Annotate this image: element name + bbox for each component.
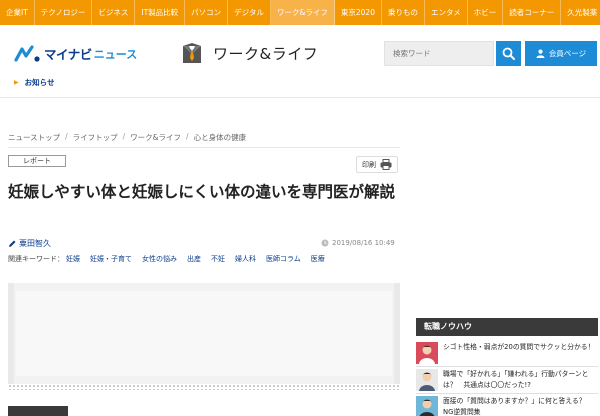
user-icon [536, 49, 545, 58]
keyword-link[interactable]: 女性の悩み [142, 254, 177, 264]
breadcrumb-work-life[interactable]: ワーク&ライフ [130, 132, 181, 143]
print-button[interactable]: 印刷 [356, 156, 398, 173]
keyword-link[interactable]: 医師コラム [266, 254, 301, 264]
clock-icon [321, 239, 329, 247]
notice-link[interactable]: ▶ お知らせ [14, 77, 54, 88]
keyword-link[interactable]: 医療 [311, 254, 325, 264]
article-tag[interactable]: レポート [8, 155, 66, 167]
notice-label: お知らせ [24, 78, 55, 87]
article-title: 妊娠しやすい体と妊娠しにくい体の違いを専門医が解説 [8, 183, 396, 201]
breadcrumb-separator: / [65, 132, 68, 141]
sidebar-article-title: シゴト性格・弱点が20の質問でサクッと分かる！ [443, 343, 595, 351]
ad-inner-area [16, 291, 392, 376]
search-button[interactable] [496, 41, 521, 66]
keyword-link[interactable]: 妊娠 [66, 254, 80, 264]
publish-date-text: 2019/08/16 10:49 [332, 239, 395, 247]
breadcrumb-life-top[interactable]: ライフトップ [73, 132, 118, 143]
section-title: ワーク&ライフ [213, 44, 319, 63]
logo-sub-text: ニュース [93, 47, 138, 61]
mynavi-logo-icon [14, 44, 40, 62]
nav-item-technology[interactable]: テクノロジー [35, 0, 93, 25]
sidebar-separator [416, 393, 598, 394]
nav-item-reader-corner[interactable]: 読者コーナー [503, 0, 562, 25]
person-thumbnail-icon [416, 369, 438, 391]
member-page-button[interactable]: 会員ページ [525, 41, 597, 66]
keyword-link[interactable]: 不妊 [211, 254, 225, 264]
nav-item-digital[interactable]: デジタル [228, 0, 272, 25]
category-nav: 企業IT テクノロジー ビジネス IT製品比較 パソコン デジタル ワーク&ライ… [0, 0, 600, 25]
site-logo[interactable]: マイナビ ニュース [14, 44, 137, 63]
section-logo[interactable]: ワーク&ライフ [181, 42, 318, 64]
related-keywords: 関連キーワード： 妊娠 妊娠・子育て 女性の悩み 出産 不妊 婦人科 医師コラム… [8, 254, 335, 264]
author-link[interactable]: 粟田智久 [8, 238, 51, 249]
nav-item-tokyo2020[interactable]: 東京2020 [335, 0, 382, 25]
nav-item-work-life[interactable]: ワーク&ライフ [271, 0, 335, 25]
nav-item-it-compare[interactable]: IT製品比較 [135, 0, 186, 25]
breadcrumb-news-top[interactable]: ニューストップ [8, 132, 60, 143]
nav-item-business[interactable]: ビジネス [92, 0, 136, 25]
sidebar-separator [416, 366, 598, 367]
author-name: 粟田智久 [19, 239, 51, 248]
breadcrumb-separator: / [122, 132, 126, 141]
person-thumbnail-icon [416, 342, 438, 364]
nav-item-hobby[interactable]: ホビー [468, 0, 504, 25]
person-thumbnail-icon [416, 396, 438, 416]
publish-date: 2019/08/16 10:49 [321, 239, 395, 247]
printer-icon [380, 159, 392, 170]
nav-item-vehicles[interactable]: 乗りもの [382, 0, 425, 25]
print-label: 印刷 [362, 160, 376, 169]
logo-main-text: マイナビ [44, 47, 92, 62]
triangle-right-icon: ▶ [14, 79, 19, 86]
header-divider [0, 97, 600, 98]
search-icon [502, 47, 515, 60]
nav-item-enterprise-it[interactable]: 企業IT [0, 0, 35, 25]
nav-item-entertainment[interactable]: エンタメ [425, 0, 468, 25]
breadcrumb-divider [8, 147, 400, 148]
keyword-link[interactable]: 妊娠・子育て [90, 254, 132, 264]
member-page-label: 会員ページ [548, 49, 587, 58]
nav-item-hisamitsu[interactable]: 久光製薬 [561, 0, 600, 25]
sidebar-article-item[interactable]: 職場で「好かれる」「嫌われる」行動パターンとは？ 共通点は〇〇だった!? [416, 369, 598, 391]
sidebar-article-title: 面接の「質問はありますか？」に何と答える？ NG逆質問集 [443, 397, 593, 416]
search-input[interactable] [384, 41, 494, 66]
breadcrumb-health[interactable]: 心と身体の健康 [194, 132, 247, 143]
suit-icon [183, 43, 201, 63]
nav-item-pc[interactable]: パソコン [185, 0, 229, 25]
pen-icon [9, 240, 16, 247]
keyword-link[interactable]: 出産 [187, 254, 201, 264]
sidebar-article-title: 職場で「好かれる」「嫌われる」行動パターンとは？ 共通点は〇〇だった!? [443, 370, 589, 389]
dotted-divider [8, 384, 400, 390]
breadcrumb: ニューストップ / ライフトップ / ワーク&ライフ / 心と身体の健康 [8, 132, 246, 143]
breadcrumb-separator: / [186, 132, 189, 141]
keyword-link[interactable]: 婦人科 [235, 254, 256, 264]
sidebar-article-item[interactable]: 面接の「質問はありますか？」に何と答える？ NG逆質問集 [416, 396, 598, 416]
sidebar-heading: 転職ノウハウ [416, 318, 598, 336]
sidebar-article-item[interactable]: シゴト性格・弱点が20の質問でサクッと分かる！ [416, 342, 598, 364]
section-header-bar [8, 406, 68, 416]
keywords-label: 関連キーワード： [8, 255, 64, 263]
